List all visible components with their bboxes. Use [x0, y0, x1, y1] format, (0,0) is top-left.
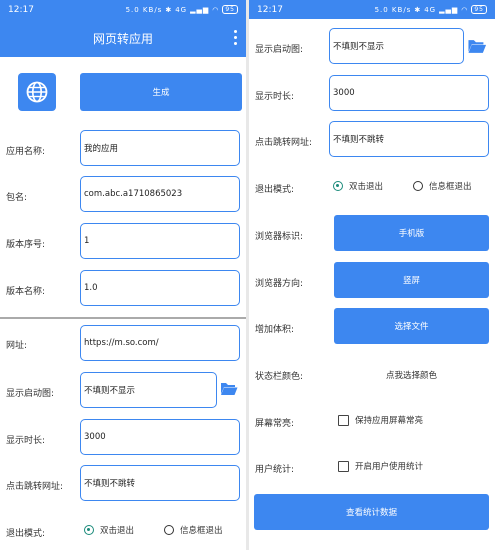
checkbox-icon: [338, 414, 349, 426]
version-code-input[interactable]: 1: [80, 223, 240, 259]
status-icons: 5.0 KB/s ✱ 4G ▂▄▆ ◠ 95: [375, 5, 487, 14]
battery-icon: 95: [471, 5, 487, 14]
app-name-input[interactable]: 我的应用: [80, 130, 240, 166]
splash-image-label: 显示启动图:: [6, 389, 55, 399]
signal-icon: ▂▄▆: [439, 5, 459, 14]
version-name-label: 版本名称:: [6, 287, 46, 297]
version-name-input[interactable]: 1.0: [80, 270, 240, 306]
status-time: 12:17: [257, 4, 283, 15]
statusbar-color-label: 状态栏颜色:: [255, 372, 304, 382]
app-name-label: 应用名称:: [6, 147, 46, 157]
network-type: 4G: [424, 5, 437, 14]
app-title: 网页转应用: [92, 31, 153, 46]
signal-icon: ▂▄▆: [190, 5, 210, 14]
exit-mode-label: 退出模式:: [255, 185, 295, 195]
screen-on-checkbox[interactable]: 保持应用屏幕常亮: [338, 414, 423, 426]
view-stats-button[interactable]: 查看统计数据: [254, 494, 489, 530]
more-menu-icon[interactable]: [234, 30, 238, 45]
exit-double-click-label: 双击退出: [100, 526, 135, 536]
browser-orientation-label: 浏览器方向:: [255, 279, 304, 289]
checkbox-icon: [338, 460, 349, 472]
splash-image-input[interactable]: 不填则不显示: [329, 28, 464, 64]
network-type: 4G: [175, 5, 188, 14]
url-label: 网址:: [6, 341, 28, 351]
exit-mode-label: 退出模式:: [6, 529, 46, 539]
click-url-label: 点击跳转网址:: [255, 138, 313, 148]
display-time-input[interactable]: 3000: [329, 75, 489, 111]
click-url-label: 点击跳转网址:: [6, 482, 64, 492]
battery-icon: 95: [222, 5, 238, 14]
package-input[interactable]: com.abc.a1710865023: [80, 176, 240, 212]
browser-ua-button[interactable]: 手机版: [334, 215, 489, 251]
status-bar: 12:17 5.0 KB/s ✱ 4G ▂▄▆ ◠ 95: [0, 0, 246, 19]
click-url-input[interactable]: 不填则不跳转: [80, 465, 240, 501]
wifi-icon: ◠: [461, 5, 469, 14]
left-screen: 12:17 5.0 KB/s ✱ 4G ▂▄▆ ◠ 95 网页转应用 生成 应用…: [0, 0, 246, 550]
browser-ua-label: 浏览器标识:: [255, 232, 304, 242]
click-url-input[interactable]: 不填则不跳转: [329, 121, 489, 157]
browser-orientation-button[interactable]: 竖屏: [334, 262, 489, 298]
radio-unselected-icon: [164, 525, 174, 535]
right-screen: 12:17 5.0 KB/s ✱ 4G ▂▄▆ ◠ 95 显示启动图: 不填则不…: [249, 0, 495, 550]
package-label: 包名:: [6, 193, 28, 203]
radio-unselected-icon: [413, 181, 423, 191]
splash-image-label: 显示启动图:: [255, 45, 304, 55]
screen-on-label: 屏幕常亮:: [255, 419, 295, 429]
radio-selected-icon: [84, 525, 94, 535]
exit-dialog-label: 信息框退出: [180, 526, 223, 536]
exit-double-click-radio[interactable]: 双击退出: [333, 180, 383, 192]
exit-double-click-label: 双击退出: [349, 182, 384, 192]
bluetooth-icon: ✱: [165, 5, 173, 14]
app-bar: 网页转应用: [0, 19, 246, 57]
screen-on-checkbox-label: 保持应用屏幕常亮: [355, 416, 424, 426]
url-input[interactable]: https://m.so.com/: [80, 325, 240, 361]
exit-dialog-label: 信息框退出: [429, 182, 472, 192]
status-time: 12:17: [8, 4, 34, 15]
network-speed: 5.0 KB/s: [125, 5, 163, 14]
choose-file-button[interactable]: 选择文件: [334, 308, 489, 344]
display-time-input[interactable]: 3000: [80, 419, 240, 455]
exit-dialog-radio[interactable]: 信息框退出: [164, 524, 223, 536]
status-bar: 12:17 5.0 KB/s ✱ 4G ▂▄▆ ◠ 95: [249, 0, 495, 19]
exit-double-click-radio[interactable]: 双击退出: [84, 524, 134, 536]
add-volume-label: 增加体积:: [255, 325, 295, 335]
exit-dialog-radio[interactable]: 信息框退出: [413, 180, 472, 192]
user-stats-label: 用户统计:: [255, 465, 295, 475]
status-icons: 5.0 KB/s ✱ 4G ▂▄▆ ◠ 95: [126, 5, 238, 14]
user-stats-checkbox-label: 开启用户使用统计: [355, 462, 424, 472]
app-icon-button[interactable]: [18, 73, 56, 111]
display-time-label: 显示时长:: [6, 436, 46, 446]
bluetooth-icon: ✱: [414, 5, 422, 14]
wifi-icon: ◠: [212, 5, 220, 14]
generate-button[interactable]: 生成: [80, 73, 242, 111]
display-time-label: 显示时长:: [255, 92, 295, 102]
section-divider: [0, 317, 246, 319]
network-speed: 5.0 KB/s: [374, 5, 412, 14]
user-stats-checkbox[interactable]: 开启用户使用统计: [338, 460, 423, 472]
radio-selected-icon: [333, 181, 343, 191]
version-code-label: 版本序号:: [6, 240, 46, 250]
statusbar-color-picker[interactable]: 点我选择颜色: [386, 369, 437, 381]
folder-open-icon[interactable]: [467, 38, 487, 54]
splash-image-input[interactable]: 不填则不显示: [80, 372, 217, 408]
globe-icon: [26, 81, 48, 103]
folder-open-icon[interactable]: [220, 381, 238, 396]
